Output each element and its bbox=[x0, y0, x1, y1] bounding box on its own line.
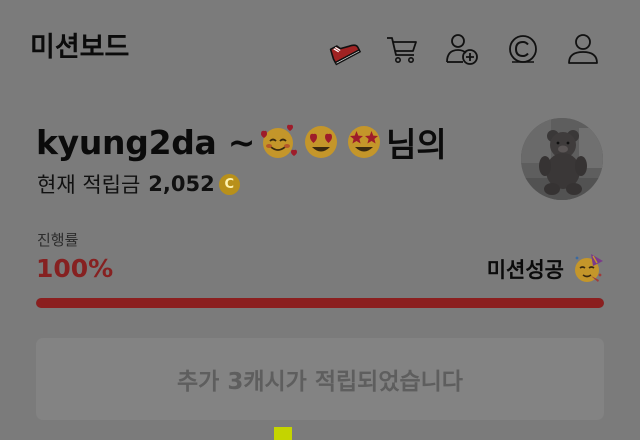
progress-label: 진행률 bbox=[37, 231, 79, 249]
reward-notice: 추가 3캐시가 적립되었습니다 bbox=[36, 338, 604, 420]
progress-bar bbox=[36, 298, 604, 308]
highlight-marker bbox=[274, 427, 292, 440]
avatar[interactable] bbox=[521, 118, 603, 200]
coin-icon: C bbox=[218, 173, 240, 195]
user-name: kyung2da ~ bbox=[36, 122, 256, 162]
balance-label: 현재 적립금 bbox=[37, 173, 141, 197]
mission-board-screen: 미션보드 kyung2da ~ 님의 현재 적립금 2,052 C 진행률 10… bbox=[0, 0, 640, 440]
mission-status: 미션성공 bbox=[487, 252, 604, 286]
progress-bar-fill bbox=[36, 298, 604, 308]
progress-value: 100% bbox=[36, 254, 114, 283]
balance-amount: 2,052 bbox=[148, 172, 215, 196]
shoe-icon[interactable] bbox=[326, 31, 362, 67]
smiling-face-with-hearts-icon bbox=[258, 122, 298, 162]
profile-icon[interactable] bbox=[565, 31, 601, 67]
add-friend-icon[interactable] bbox=[444, 31, 480, 67]
reward-message: 추가 3캐시가 적립되었습니다 bbox=[177, 369, 463, 395]
heart-eyes-icon bbox=[301, 122, 341, 162]
balance: 현재 적립금 2,052 C bbox=[37, 168, 240, 200]
header: 미션보드 bbox=[0, 0, 640, 100]
star-struck-icon bbox=[344, 122, 384, 162]
page-title: 미션보드 bbox=[30, 32, 130, 63]
partying-face-icon bbox=[572, 253, 604, 285]
greeting: kyung2da ~ 님의 bbox=[36, 118, 447, 166]
cash-icon[interactable] bbox=[505, 31, 541, 67]
mission-status-text: 미션성공 bbox=[486, 258, 564, 282]
greeting-suffix: 님의 bbox=[386, 125, 447, 164]
cart-icon[interactable] bbox=[384, 31, 420, 67]
